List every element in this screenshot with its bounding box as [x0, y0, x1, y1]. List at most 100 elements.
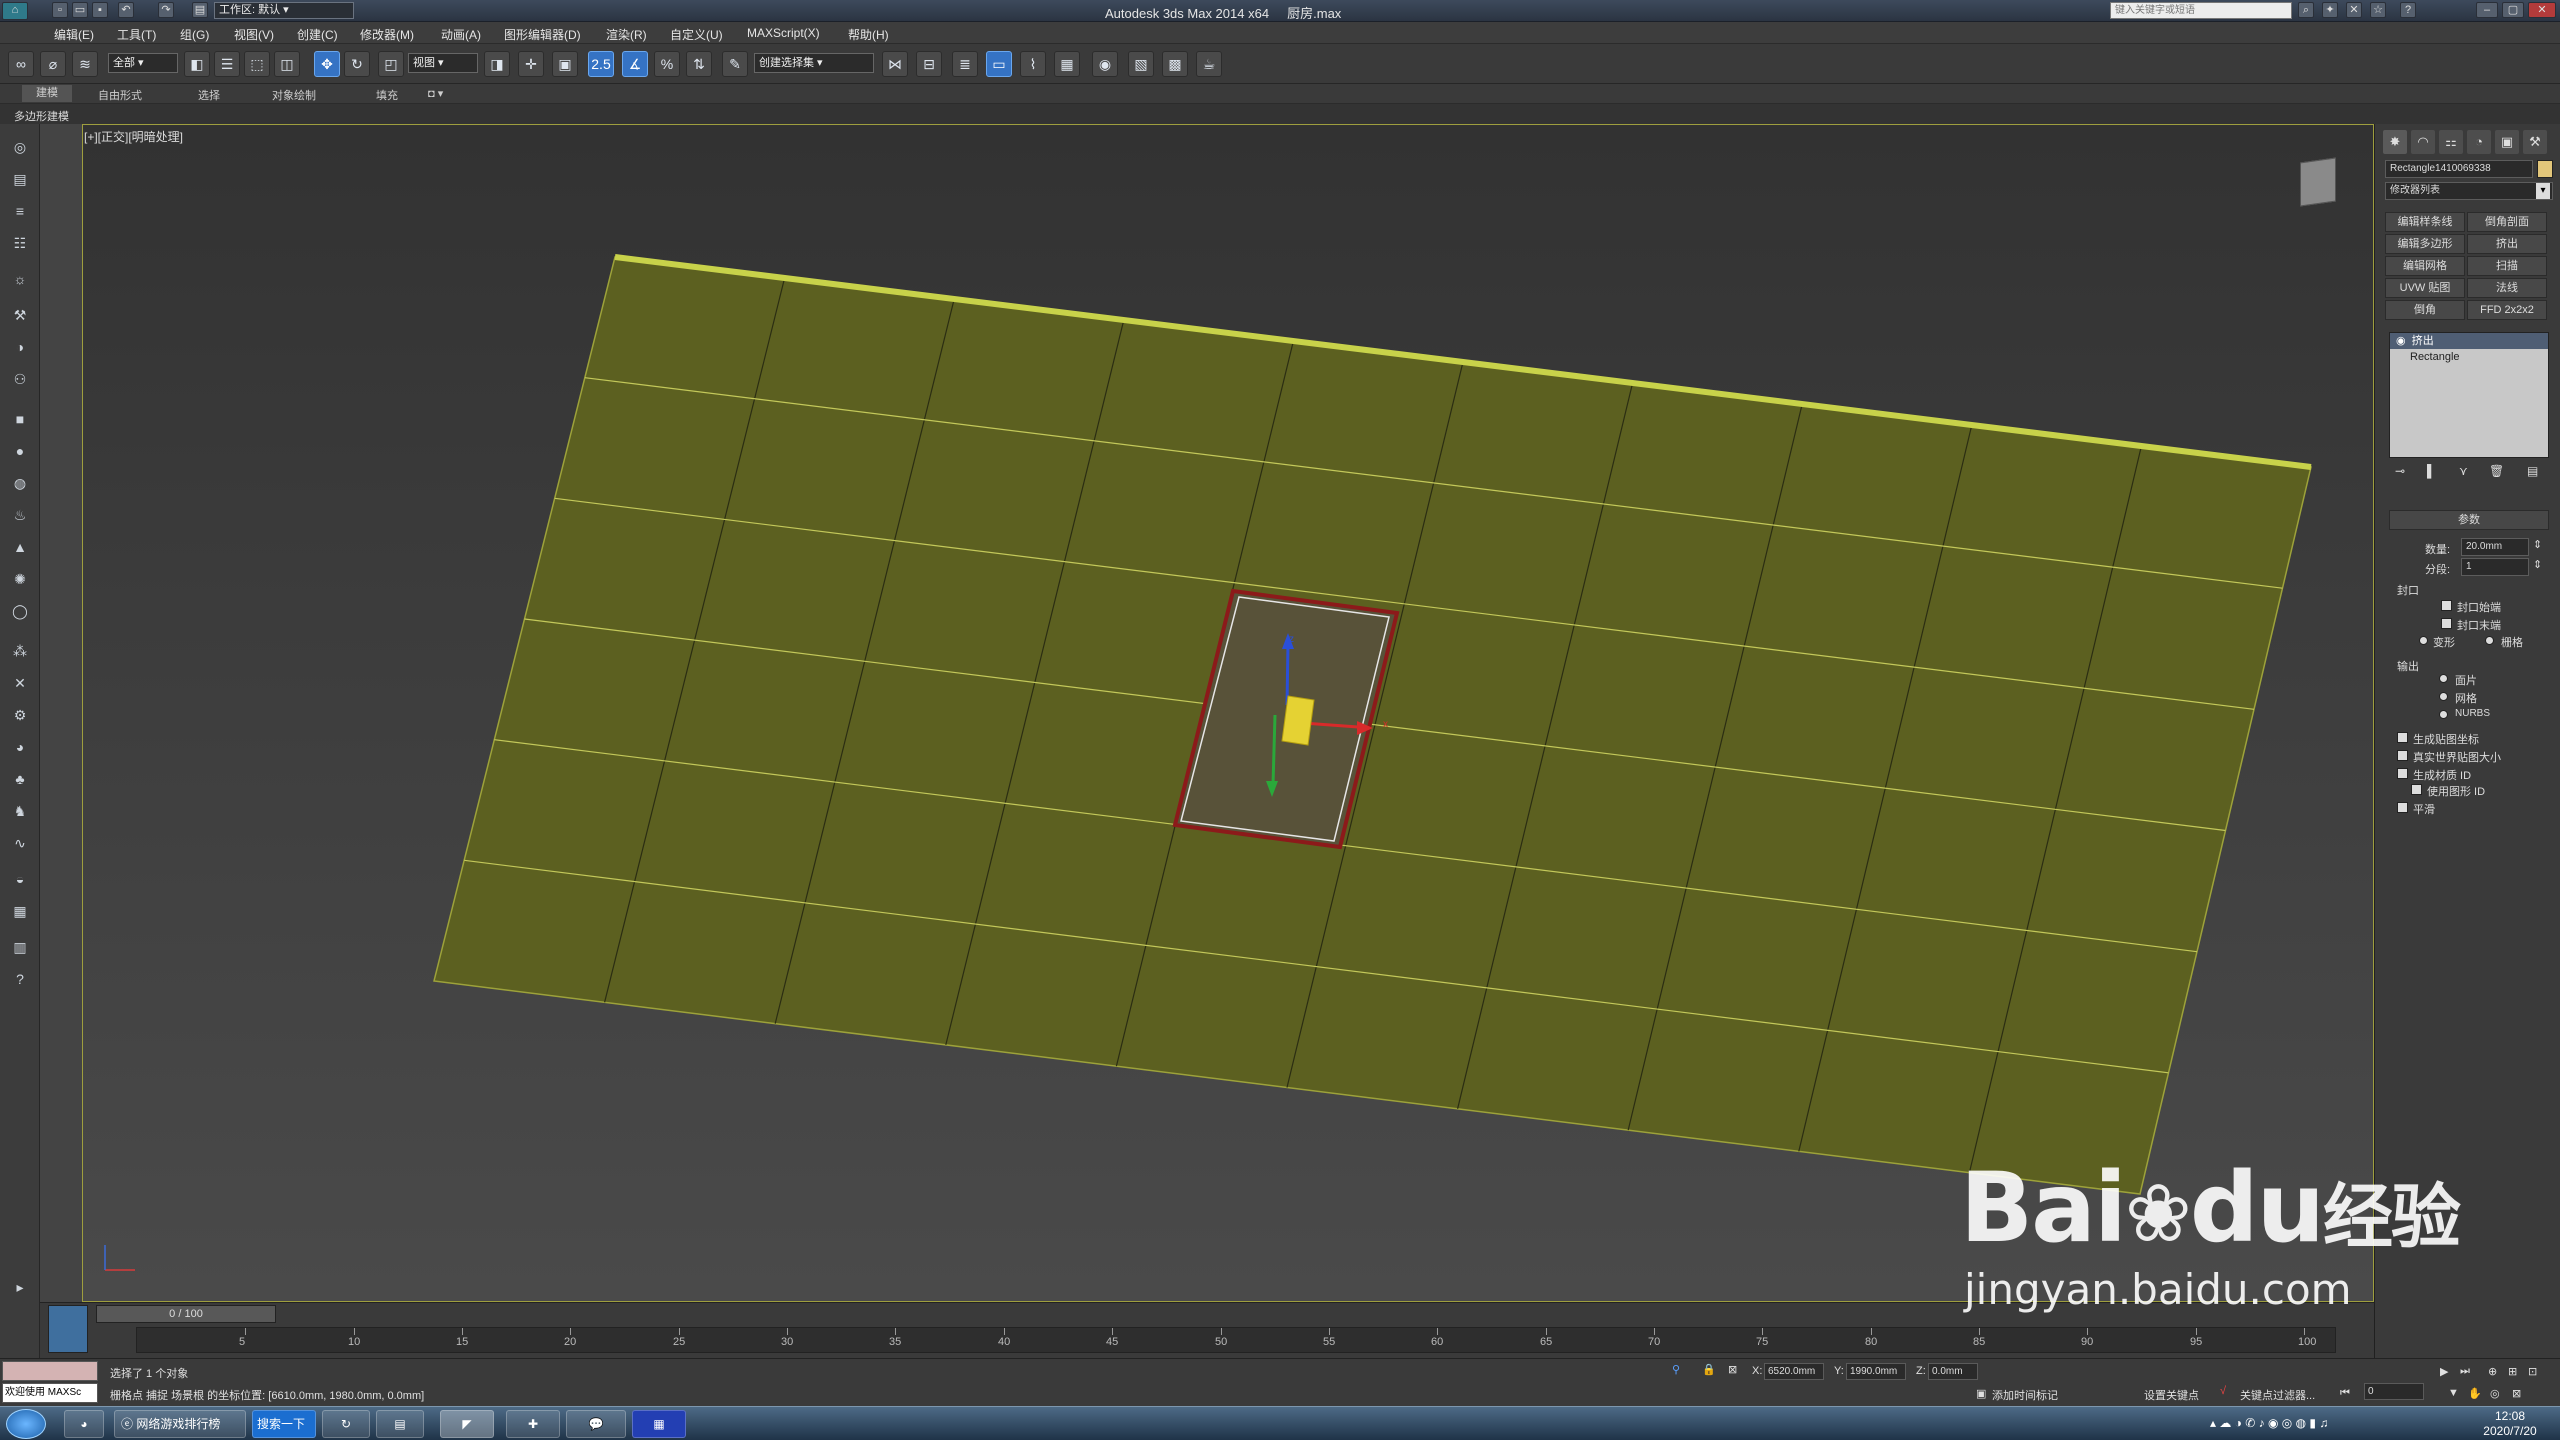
ribbon-options-icon[interactable]: ◘ ▾: [428, 87, 443, 100]
360-browser-icon[interactable]: ◕: [64, 1410, 104, 1438]
stack-item-rectangle[interactable]: Rectangle: [2390, 349, 2548, 365]
menu-customize[interactable]: 自定义(U): [670, 26, 723, 43]
cone-icon[interactable]: ▲: [6, 534, 34, 560]
rect-selection-icon[interactable]: ⬚: [244, 51, 270, 77]
graphite-toggle-icon[interactable]: ▭: [986, 51, 1012, 77]
named-selection-dropdown[interactable]: 创建选择集 ▾: [754, 53, 874, 73]
zoom-icon[interactable]: ⊕: [2488, 1365, 2497, 1378]
hair-icon[interactable]: ∿: [6, 830, 34, 856]
help-circle-icon[interactable]: ?: [6, 966, 34, 992]
maximize-button[interactable]: ▢: [2502, 2, 2524, 18]
maxscript-listener[interactable]: [2, 1361, 98, 1381]
edit-poly-button[interactable]: 编辑多边形: [2385, 234, 2465, 254]
extrude-button[interactable]: 挤出: [2467, 234, 2547, 254]
redo-icon[interactable]: ↷: [158, 2, 174, 18]
project-folder-icon[interactable]: ▤: [192, 2, 208, 18]
make-unique-icon[interactable]: ⋎: [2459, 464, 2468, 478]
mesh-radio[interactable]: [2439, 692, 2448, 701]
system-clock[interactable]: 12:08 2020/7/20: [2470, 1409, 2550, 1439]
render-production-icon[interactable]: ☕: [1196, 51, 1222, 77]
real-world-checkbox[interactable]: [2397, 750, 2408, 761]
create-tab-icon[interactable]: ✸: [2383, 130, 2407, 154]
absolute-mode-icon[interactable]: ⊠: [1728, 1363, 1737, 1376]
menu-maxscript[interactable]: MAXScript(X): [747, 26, 820, 40]
edit-spline-button[interactable]: 编辑样条线: [2385, 212, 2465, 232]
isolate-icon[interactable]: ⚲: [1672, 1363, 1680, 1376]
zoom-all-icon[interactable]: ⊞: [2508, 1365, 2517, 1378]
workspace-dropdown[interactable]: 工作区: 默认 ▾: [214, 2, 354, 19]
gen-map-coords-checkbox[interactable]: [2397, 732, 2408, 743]
bevel-profile-button[interactable]: 倒角剖面: [2467, 212, 2547, 232]
pivot-center-icon[interactable]: ◨: [484, 51, 510, 77]
statistics-icon[interactable]: ▥: [6, 934, 34, 960]
window-crossing-icon[interactable]: ◫: [274, 51, 300, 77]
close-button[interactable]: ✕: [2528, 2, 2556, 18]
lock-selection-icon[interactable]: 🔒: [1702, 1363, 1716, 1376]
x-coord-input[interactable]: 6520.0mm: [1764, 1363, 1824, 1380]
menu-edit[interactable]: 编辑(E): [54, 26, 94, 43]
ribbon-panel-label[interactable]: 多边形建模: [14, 108, 69, 124]
speaker-icon[interactable]: ◑: [6, 334, 34, 360]
remove-modifier-icon[interactable]: 🗑: [2489, 464, 2504, 478]
particles-icon[interactable]: ⁂: [6, 638, 34, 664]
select-by-name-icon[interactable]: ☰: [214, 51, 240, 77]
new-file-icon[interactable]: ▫: [52, 2, 68, 18]
object-name-field[interactable]: Rectangle1410069338: [2385, 160, 2533, 178]
show-end-result-icon[interactable]: ▌: [2427, 464, 2436, 478]
play-icon[interactable]: ▶: [2440, 1365, 2448, 1378]
viewport-label[interactable]: [+][正交][明暗处理]: [84, 128, 183, 145]
list-icon[interactable]: ☷: [6, 230, 34, 256]
menu-tools[interactable]: 工具(T): [117, 26, 156, 43]
pin-stack-icon[interactable]: ⊸: [2395, 464, 2405, 478]
gen-mat-id-checkbox[interactable]: [2397, 768, 2408, 779]
edit-mesh-button[interactable]: 编辑网格: [2385, 256, 2465, 276]
select-rotate-icon[interactable]: ↻: [344, 51, 370, 77]
viewport[interactable]: z x: [82, 124, 2374, 1302]
modifier-list-dropdown[interactable]: 修改器列表 ▾: [2385, 182, 2553, 200]
torus-icon[interactable]: ◯: [6, 598, 34, 624]
sweep-button[interactable]: 扫描: [2467, 256, 2547, 276]
binoculars-icon[interactable]: ⌕: [2298, 2, 2314, 18]
select-scale-icon[interactable]: ◰: [378, 51, 404, 77]
parameters-rollout[interactable]: 参数: [2389, 510, 2549, 530]
uvw-map-button[interactable]: UVW 贴图: [2385, 278, 2465, 298]
grid-radio[interactable]: [2485, 636, 2494, 645]
modifier-stack[interactable]: ◉ 挤出 Rectangle: [2389, 332, 2549, 458]
favorites-icon[interactable]: ☆: [2370, 2, 2386, 18]
systems-icon[interactable]: ⚙: [6, 702, 34, 728]
select-manipulate-icon[interactable]: ✛: [518, 51, 544, 77]
tab-populate[interactable]: 填充: [376, 87, 398, 103]
zoom-extents-icon[interactable]: ⊡: [2528, 1365, 2537, 1378]
set-key-button[interactable]: 设置关键点: [2144, 1387, 2199, 1403]
select-object-icon[interactable]: ◧: [184, 51, 210, 77]
undo-icon[interactable]: ↶: [118, 2, 134, 18]
key-filters-button[interactable]: 关键点过滤器...: [2240, 1387, 2315, 1403]
amount-spinner-icon[interactable]: ⇕: [2533, 538, 2542, 551]
ffd-button[interactable]: FFD 2x2x2: [2467, 300, 2547, 320]
orbit-icon[interactable]: ◎: [2490, 1387, 2500, 1400]
y-coord-input[interactable]: 1990.0mm: [1846, 1363, 1906, 1380]
ref-coord-dropdown[interactable]: 视图 ▾: [408, 53, 478, 73]
lights-icon[interactable]: ☼: [6, 266, 34, 292]
amount-input[interactable]: 20.0mm: [2461, 538, 2529, 556]
group-icon[interactable]: ⚇: [6, 366, 34, 392]
3dsmax-task-icon[interactable]: ◤: [440, 1410, 494, 1438]
stack-item-extrude[interactable]: ◉ 挤出: [2390, 333, 2548, 349]
refresh-app-icon[interactable]: ↻: [322, 1410, 370, 1438]
help-icon[interactable]: ?: [2400, 2, 2416, 18]
timeline-track[interactable]: 5 10 15 20 25 30 35 40 45 50 55 60 65 70 75 80 85 90 95 100: [136, 1327, 2336, 1353]
material-editor-icon[interactable]: ◉: [1092, 51, 1118, 77]
grid-icon[interactable]: ▦: [6, 898, 34, 924]
tab-object-paint[interactable]: 对象绘制: [272, 87, 316, 103]
open-file-icon[interactable]: ▭: [72, 2, 88, 18]
time-slider[interactable]: 0 / 100: [96, 1305, 276, 1323]
material-sphere-icon[interactable]: ◒: [6, 866, 34, 892]
sun-light-icon[interactable]: ✺: [6, 566, 34, 592]
task-ie[interactable]: ⓔ 网络游戏排行榜: [114, 1410, 246, 1438]
smooth-checkbox[interactable]: [2397, 802, 2408, 813]
cap-end-checkbox[interactable]: [2441, 618, 2452, 629]
segments-spinner-icon[interactable]: ⇕: [2533, 558, 2542, 571]
bind-spacewarp-icon[interactable]: ≋: [72, 51, 98, 77]
normal-button[interactable]: 法线: [2467, 278, 2547, 298]
hierarchy-tab-icon[interactable]: ⚏: [2439, 130, 2463, 154]
